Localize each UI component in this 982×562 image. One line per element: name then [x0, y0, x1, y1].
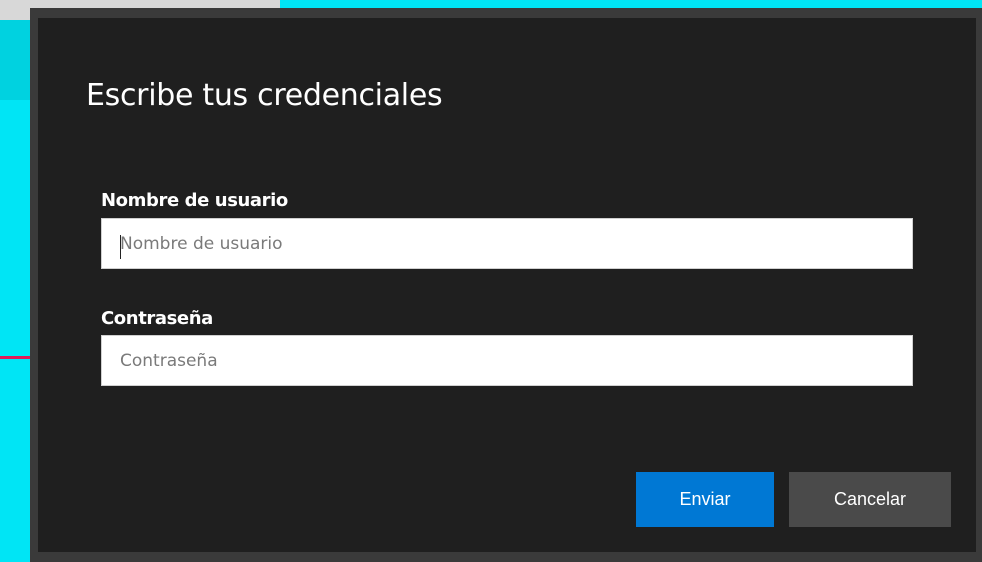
background-shape	[0, 20, 30, 100]
password-input[interactable]	[101, 335, 913, 386]
username-input[interactable]	[101, 218, 913, 269]
password-label: Contraseña	[101, 308, 213, 329]
credentials-dialog: Escribe tus credenciales Nombre de usuar…	[30, 8, 982, 562]
submit-button[interactable]: Enviar	[636, 472, 774, 527]
dialog-body: Escribe tus credenciales Nombre de usuar…	[38, 18, 976, 552]
dialog-title: Escribe tus credenciales	[86, 78, 443, 113]
cancel-button[interactable]: Cancelar	[789, 472, 951, 527]
text-caret	[120, 235, 121, 259]
username-label: Nombre de usuario	[101, 190, 288, 211]
